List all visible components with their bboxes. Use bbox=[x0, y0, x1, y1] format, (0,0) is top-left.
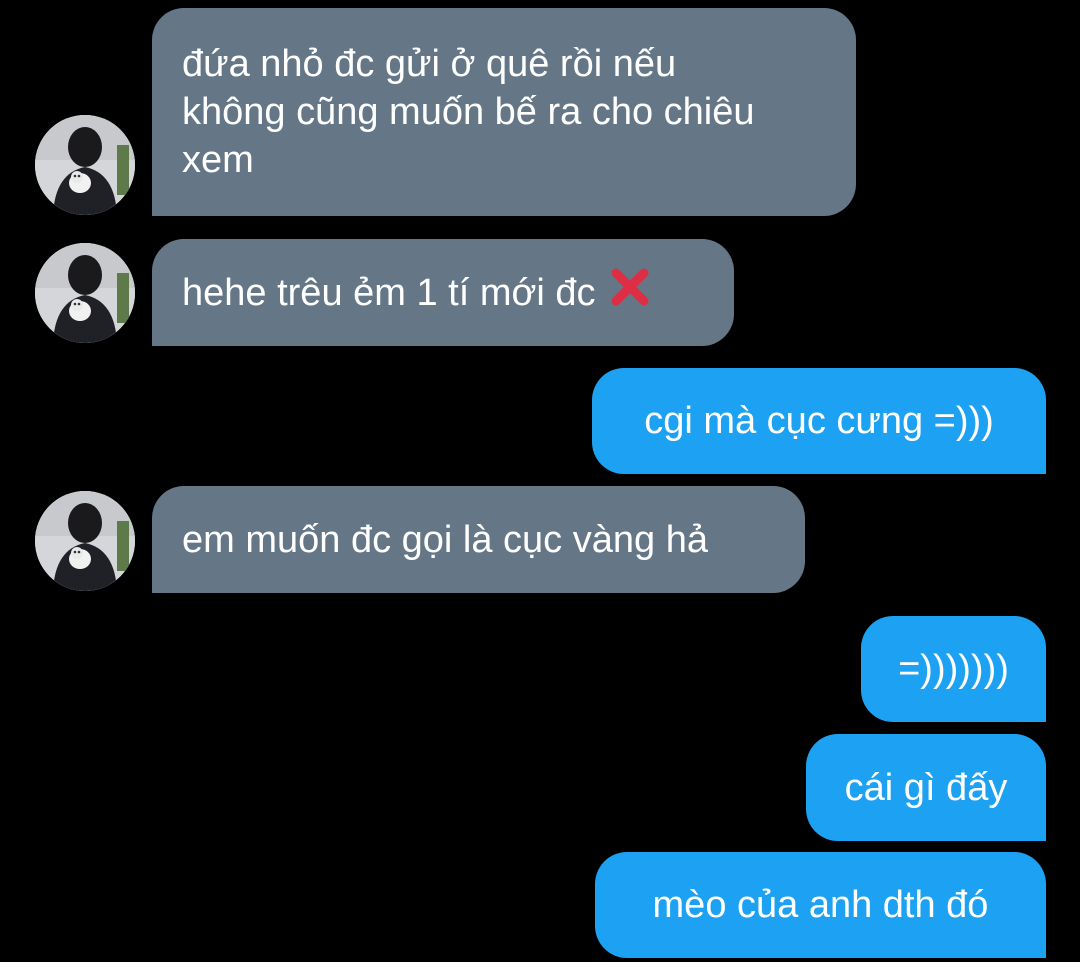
message-bubble-incoming[interactable]: đứa nhỏ đc gửi ở quê rồi nếu không cũng … bbox=[152, 8, 856, 216]
message-bubble-incoming[interactable]: em muốn đc gọi là cục vàng hả bbox=[152, 486, 805, 593]
message-bubble-outgoing[interactable]: cgi mà cục cưng =))) bbox=[592, 368, 1046, 474]
cross-mark-icon bbox=[608, 265, 652, 321]
avatar[interactable] bbox=[35, 491, 135, 591]
avatar[interactable] bbox=[35, 115, 135, 215]
message-bubble-outgoing[interactable]: =))))))) bbox=[861, 616, 1046, 722]
message-bubble-outgoing[interactable]: mèo của anh dth đó bbox=[595, 852, 1046, 958]
avatar-photo-icon bbox=[35, 491, 135, 591]
avatar-photo-icon bbox=[35, 243, 135, 343]
message-text: =))))))) bbox=[898, 648, 1009, 690]
message-bubble-outgoing[interactable]: cái gì đấy bbox=[806, 734, 1046, 841]
avatar-photo-icon bbox=[35, 115, 135, 215]
message-bubble-incoming[interactable]: hehe trêu ẻm 1 tí mới đc bbox=[152, 239, 734, 346]
message-text: cái gì đấy bbox=[844, 766, 1008, 809]
message-text: đứa nhỏ đc gửi ở quê rồi nếu không cũng … bbox=[182, 43, 755, 181]
message-text: mèo của anh dth đó bbox=[652, 884, 989, 926]
message-text: cgi mà cục cưng =))) bbox=[644, 400, 994, 442]
avatar[interactable] bbox=[35, 243, 135, 343]
message-text: em muốn đc gọi là cục vàng hả bbox=[182, 518, 708, 561]
message-text: hehe trêu ẻm 1 tí mới đc bbox=[182, 271, 596, 314]
